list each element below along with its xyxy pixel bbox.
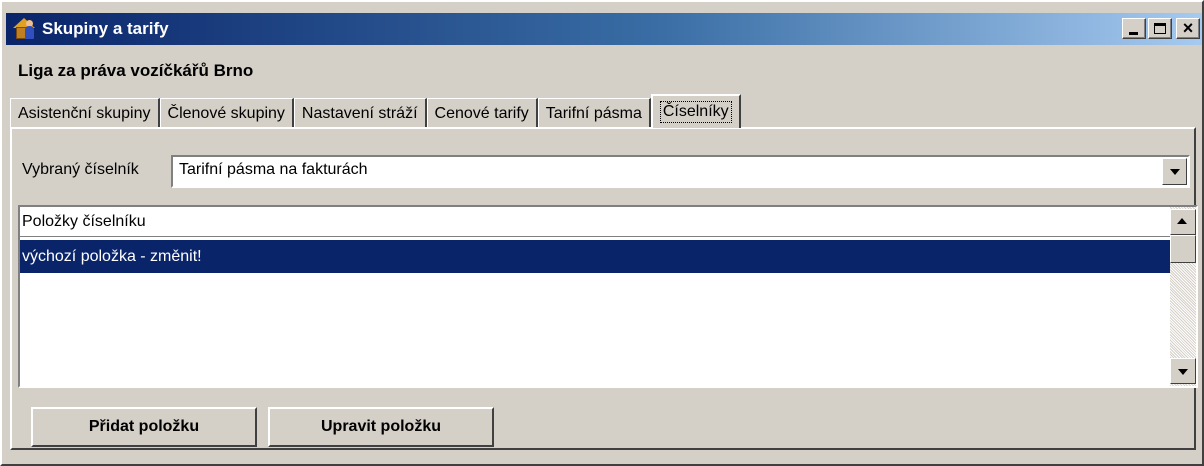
organization-name: Liga za práva vozíčkářů Brno xyxy=(18,61,254,80)
app-house-icon xyxy=(12,17,36,41)
scroll-up-button[interactable] xyxy=(1170,209,1196,235)
window-title: Skupiny a tarify xyxy=(42,19,169,38)
close-icon: × xyxy=(1182,18,1194,38)
tab-nastaveni-strazi[interactable]: Nastavení stráží xyxy=(293,98,427,128)
window-controls: × xyxy=(1122,18,1200,39)
scrollbar-thumb[interactable] xyxy=(1170,235,1196,263)
vertical-scrollbar[interactable] xyxy=(1170,207,1196,386)
tab-ciselniky[interactable]: Číselníky xyxy=(650,94,741,128)
dropdown-button[interactable] xyxy=(1162,158,1187,185)
list-header[interactable]: Položky číselníku xyxy=(20,207,1170,237)
maximize-icon xyxy=(1154,23,1166,34)
title-bar[interactable]: Skupiny a tarify × xyxy=(6,13,1202,45)
tab-clenove-skupiny[interactable]: Členové skupiny xyxy=(159,98,294,128)
scroll-down-button[interactable] xyxy=(1170,358,1196,384)
selector-label: Vybraný číselník xyxy=(22,161,139,178)
tab-tarifni-pasma[interactable]: Tarifní pásma xyxy=(537,98,651,128)
tab-ciselniky-label: Číselníky xyxy=(659,101,732,123)
minimize-button[interactable] xyxy=(1122,18,1146,39)
codelist-select[interactable]: Tarifní pásma na fakturách xyxy=(171,155,1190,188)
tab-asistencni-skupiny[interactable]: Asistenční skupiny xyxy=(10,98,160,128)
maximize-button[interactable] xyxy=(1148,18,1172,39)
close-button[interactable]: × xyxy=(1176,18,1200,39)
arrow-down-icon xyxy=(1178,369,1188,375)
tab-strip: Asistenční skupiny Členové skupiny Nasta… xyxy=(10,94,741,128)
codelist-items-list[interactable]: Položky číselníku výchozí položka - změn… xyxy=(18,205,1198,388)
tab-cenove-tarify[interactable]: Cenové tarify xyxy=(426,98,538,128)
arrow-up-icon xyxy=(1177,218,1187,224)
add-item-button[interactable]: Přidat položku xyxy=(31,407,257,447)
list-item[interactable]: výchozí položka - změnit! xyxy=(20,240,1170,273)
chevron-down-icon xyxy=(1170,169,1180,175)
minimize-icon xyxy=(1129,32,1138,35)
codelist-select-value: Tarifní pásma na fakturách xyxy=(179,161,368,178)
edit-item-button[interactable]: Upravit položku xyxy=(268,407,494,447)
